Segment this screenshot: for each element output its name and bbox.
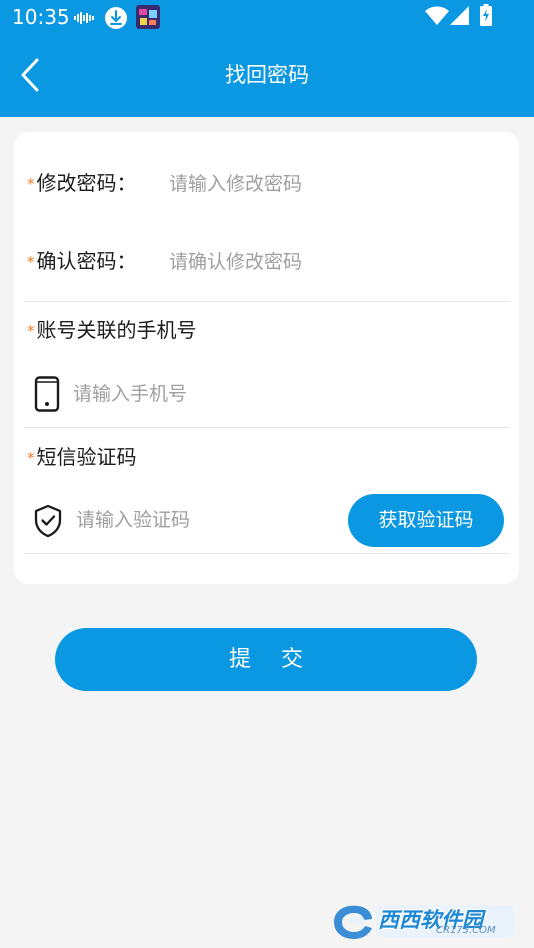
new-password-input[interactable] xyxy=(169,168,499,200)
sms-code-input[interactable] xyxy=(76,504,336,536)
status-time: 10:35 xyxy=(12,5,70,29)
required-mark: * xyxy=(27,253,35,271)
required-mark: * xyxy=(27,449,35,467)
confirm-password-input[interactable] xyxy=(169,246,499,278)
phone-label-row: * 账号关联的手机号 xyxy=(24,315,510,345)
shield-check-icon xyxy=(33,504,63,542)
new-password-row: * 修改密码： xyxy=(24,168,510,204)
divider xyxy=(24,427,510,428)
watermark-logo: 西西软件园 CR173.COM xyxy=(332,902,516,940)
required-mark: * xyxy=(27,175,35,193)
sms-code-label-text: 短信验证码 xyxy=(36,445,137,469)
phone-input[interactable] xyxy=(73,378,493,410)
new-password-label-text: 修改密码： xyxy=(36,171,137,195)
mobile-phone-icon xyxy=(34,376,60,416)
battery-charging-icon xyxy=(480,4,492,30)
watermark-url: CR173.COM xyxy=(436,925,496,936)
phone-label: * 账号关联的手机号 xyxy=(27,315,197,347)
phone-label-text: 账号关联的手机号 xyxy=(36,318,197,342)
confirm-password-label: * 确认密码： xyxy=(27,246,137,278)
submit-button[interactable]: 提交 xyxy=(55,628,477,691)
required-mark: * xyxy=(27,322,35,340)
confirm-password-row: * 确认密码： xyxy=(24,246,510,282)
app-header: 10:35 找回密码 xyxy=(0,0,534,117)
page-title: 找回密码 xyxy=(225,63,309,87)
reset-password-form-card: *修改密码： *确认密码： *账号关联的手机号 *短信验证码 获取验证码 xyxy=(14,132,519,584)
get-code-button[interactable]: 获取验证码 xyxy=(348,494,504,547)
sms-code-label-row: * 短信验证码 xyxy=(24,442,510,472)
status-bar: 10:35 xyxy=(0,0,534,34)
download-icon xyxy=(104,6,128,34)
cellular-signal-icon xyxy=(450,6,470,30)
audio-wave-icon xyxy=(74,10,96,29)
sms-code-label: * 短信验证码 xyxy=(27,442,137,474)
new-password-label: * 修改密码： xyxy=(27,168,137,200)
divider xyxy=(24,553,510,554)
wifi-icon xyxy=(425,6,449,30)
confirm-password-label-text: 确认密码： xyxy=(36,249,137,273)
divider xyxy=(24,301,510,302)
app-thumbnail-icon xyxy=(136,5,160,33)
